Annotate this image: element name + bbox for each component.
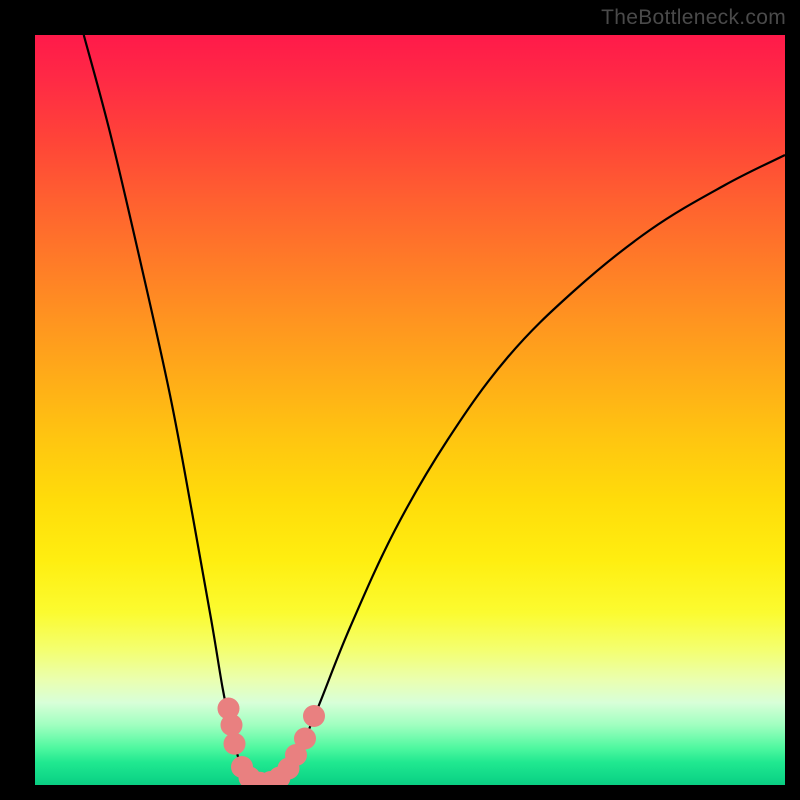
curve-markers — [218, 698, 326, 786]
plot-area — [35, 35, 785, 785]
curve-marker — [294, 728, 316, 750]
bottleneck-curve — [84, 35, 785, 785]
watermark-text: TheBottleneck.com — [601, 6, 786, 30]
curve-marker — [221, 714, 243, 736]
curve-marker — [224, 733, 246, 755]
chart-svg — [35, 35, 785, 785]
curve-marker — [303, 705, 325, 727]
